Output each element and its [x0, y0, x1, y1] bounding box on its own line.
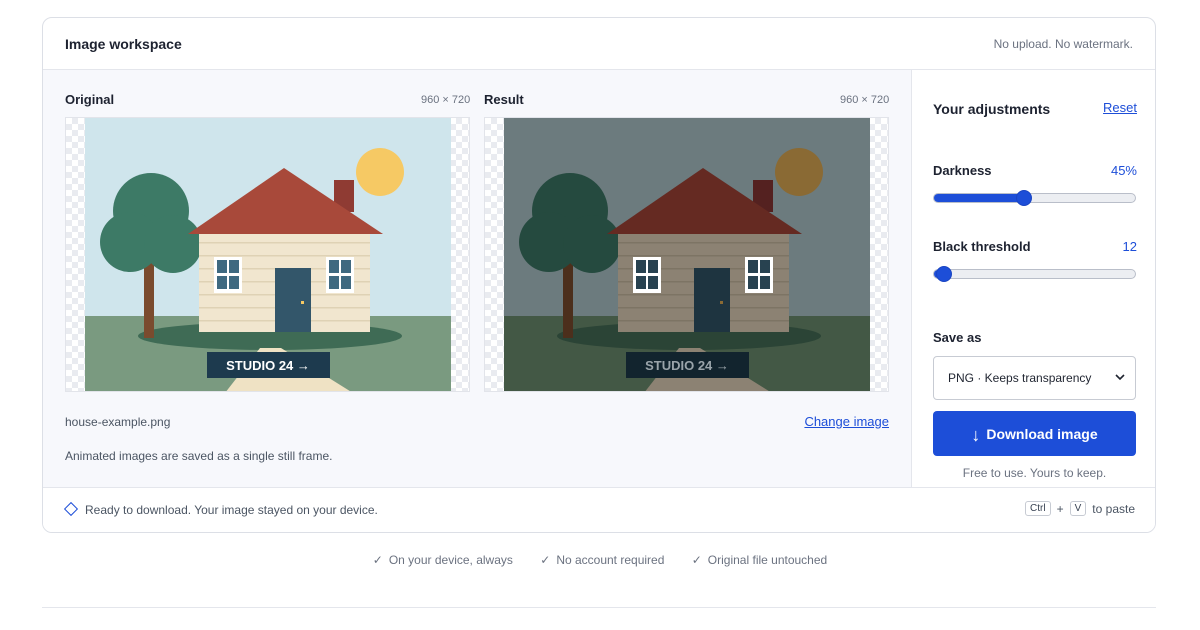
preview-area: Original 960 × 720 STUDIO 24 → Result 96… [43, 70, 912, 487]
v-key: V [1069, 501, 1087, 516]
window-pane [648, 276, 658, 289]
window-pane [229, 276, 239, 289]
door [275, 268, 311, 332]
siding-line [618, 242, 789, 244]
result-dims: 960 × 720 [840, 94, 890, 106]
check-icon: ✓ [691, 553, 702, 567]
darkness-slider-fill [934, 194, 1025, 202]
change-image-link[interactable]: Change image [804, 414, 889, 429]
window-pane [748, 260, 758, 273]
window-pane [636, 260, 646, 273]
sun [356, 148, 404, 196]
image-workspace-card: Image workspace No upload. No watermark.… [42, 17, 1156, 533]
window-pane [760, 260, 770, 273]
window-pane [341, 260, 351, 273]
watermark-text: STUDIO 24 → [226, 358, 310, 373]
paste-suffix: to paste [1092, 501, 1135, 516]
animated-note: Animated images are saved as a single st… [65, 449, 333, 463]
plus-sign: + [1056, 501, 1064, 516]
adjustments-title: Your adjustments [933, 101, 1051, 117]
window-pane [341, 276, 351, 289]
threshold-slider-thumb[interactable] [936, 266, 953, 282]
tree-crown [563, 215, 621, 273]
window-pane [329, 276, 339, 289]
check-icon: ✓ [540, 553, 551, 567]
format-selected-value: PNG · Keeps transparency [948, 371, 1092, 385]
sun [775, 148, 823, 196]
free-note: Free to use. Yours to keep. [962, 466, 1107, 480]
tree-trunk [563, 258, 573, 338]
card-title: Image workspace [65, 36, 182, 52]
save-as-label: Save as [933, 330, 982, 345]
darkness-label: Darkness [933, 163, 992, 178]
original-label: Original [65, 92, 115, 107]
status-bar: Ready to download. Your image stayed on … [43, 487, 1155, 532]
adjustments-sidebar: Your adjustments Reset Darkness 45% Blac… [912, 70, 1155, 487]
ctrl-key: Ctrl [1025, 501, 1051, 516]
window-pane [748, 276, 758, 289]
siding-line [199, 255, 370, 257]
trust-item: ✓ On your device, always [372, 553, 513, 567]
siding-line [199, 242, 370, 244]
original-house-image: STUDIO 24 → [85, 118, 451, 391]
format-select[interactable]: PNG · Keeps transparency [933, 356, 1136, 400]
privacy-note: No upload. No watermark. [993, 37, 1133, 51]
result-house-image: STUDIO 24 → [504, 118, 870, 391]
chevron-down-icon [1115, 374, 1125, 381]
check-icon: ✓ [372, 553, 383, 567]
bottom-divider [42, 607, 1156, 608]
tree-crown [144, 215, 202, 273]
reset-link[interactable]: Reset [1103, 100, 1137, 115]
trust-badges: ✓ On your device, always ✓ No account requ… [0, 553, 1200, 567]
window-pane [636, 276, 646, 289]
card-header: Image workspace No upload. No watermark. [43, 18, 1155, 70]
threshold-slider[interactable] [933, 266, 1136, 282]
window-pane [648, 260, 658, 273]
trust-item: ✓ No account required [540, 553, 665, 567]
door-knob [301, 301, 304, 304]
darkness-slider-thumb[interactable] [1016, 190, 1033, 206]
result-preview: STUDIO 24 → [484, 117, 889, 392]
download-button[interactable]: ↓ Download image [933, 411, 1136, 456]
threshold-label: Black threshold [933, 239, 1031, 254]
status-text: Ready to download. Your image stayed on … [85, 503, 378, 517]
window-pane [229, 260, 239, 273]
darkness-value: 45% [1110, 163, 1137, 178]
download-arrow-icon: ↓ [971, 425, 981, 445]
window-pane [217, 276, 227, 289]
window-pane [329, 260, 339, 273]
tree-trunk [144, 258, 154, 338]
threshold-value: 12 [1122, 239, 1137, 254]
trust-item: ✓ Original file untouched [691, 553, 828, 567]
siding-line [618, 255, 789, 257]
watermark-text: STUDIO 24 → [645, 358, 729, 373]
window-pane [217, 260, 227, 273]
diamond-icon [63, 501, 79, 517]
download-button-label: Download image [986, 426, 1098, 442]
original-preview: STUDIO 24 → [65, 117, 470, 392]
original-dims: 960 × 720 [421, 94, 471, 106]
darkness-slider[interactable] [933, 190, 1136, 206]
paste-hint: Ctrl + V to paste [1025, 501, 1135, 516]
window-pane [760, 276, 770, 289]
result-label: Result [484, 92, 524, 107]
door [694, 268, 730, 332]
door-knob [720, 301, 723, 304]
file-name: house-example.png [65, 415, 171, 429]
